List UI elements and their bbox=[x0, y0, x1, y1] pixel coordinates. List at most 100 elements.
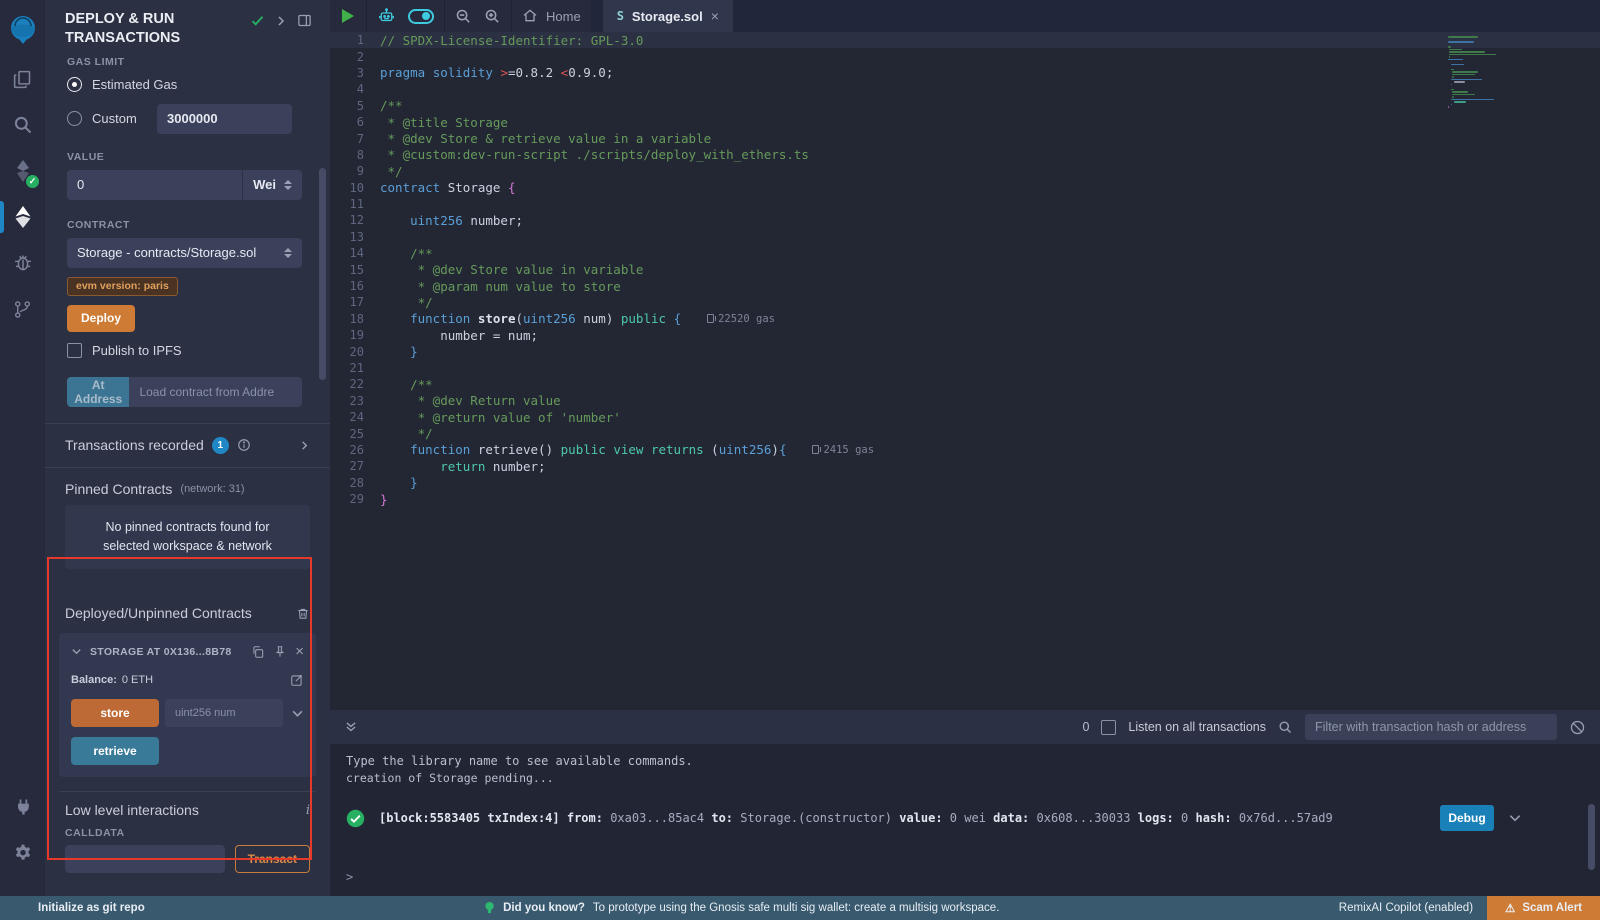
pinned-empty-message: No pinned contracts found for selected w… bbox=[65, 505, 310, 570]
debugger-icon[interactable] bbox=[0, 246, 45, 280]
code-editor[interactable]: 1// SPDX-License-Identifier: GPL-3.023pr… bbox=[330, 32, 1600, 710]
remix-logo-icon[interactable] bbox=[0, 8, 45, 52]
estimated-gas-radio[interactable] bbox=[67, 77, 82, 92]
store-arg-input[interactable] bbox=[165, 699, 283, 727]
collapse-terminal-icon[interactable] bbox=[344, 720, 358, 734]
low-level-info-icon[interactable]: i bbox=[306, 803, 310, 818]
copilot-toggle[interactable] bbox=[408, 9, 434, 24]
transactions-recorded-row[interactable]: Transactions recorded 1 bbox=[45, 424, 330, 467]
code-line: 21 bbox=[330, 360, 1600, 376]
run-script-play-icon[interactable] bbox=[342, 9, 354, 23]
contract-select[interactable]: Storage - contracts/Storage.sol bbox=[67, 238, 302, 268]
transaction-log-row[interactable]: [block:5583405 txIndex:4] from: 0xa03...… bbox=[346, 805, 1600, 831]
terminal-body[interactable]: Type the library name to see available c… bbox=[330, 744, 1600, 896]
scam-alert-button[interactable]: ⚠ Scam Alert bbox=[1487, 896, 1600, 920]
remixai-robot-icon[interactable] bbox=[377, 7, 396, 25]
clear-console-ban-icon[interactable] bbox=[1569, 719, 1586, 736]
pin-panel-icon[interactable] bbox=[297, 13, 312, 28]
solidity-compiler-icon[interactable]: ✓ bbox=[0, 154, 45, 188]
copy-address-icon[interactable] bbox=[251, 645, 265, 659]
contract-select-value: Storage - contracts/Storage.sol bbox=[77, 245, 256, 260]
transact-button[interactable]: Transact bbox=[235, 845, 310, 873]
transactions-expand-icon[interactable] bbox=[299, 440, 310, 451]
line-number: 14 bbox=[330, 246, 380, 260]
git-icon[interactable] bbox=[0, 292, 45, 326]
contract-collapse-icon[interactable] bbox=[71, 646, 82, 657]
calldata-label: CALLDATA bbox=[65, 827, 310, 839]
deploy-button[interactable]: Deploy bbox=[67, 305, 135, 332]
deploy-and-run-icon[interactable] bbox=[0, 200, 45, 234]
zoom-in-icon[interactable] bbox=[484, 8, 501, 25]
retrieve-function-button[interactable]: retrieve bbox=[71, 737, 159, 765]
side-panel-scrollbar[interactable] bbox=[319, 168, 326, 380]
gas-estimate-annotation: 22520 gas bbox=[707, 313, 775, 325]
warning-icon: ⚠ bbox=[1505, 901, 1515, 915]
code-line: 1// SPDX-License-Identifier: GPL-3.0 bbox=[330, 32, 1600, 48]
compile-success-badge: ✓ bbox=[26, 175, 39, 188]
search-icon[interactable] bbox=[0, 108, 45, 142]
code-line: 27 return number; bbox=[330, 458, 1600, 474]
at-address-button[interactable]: At Address bbox=[67, 377, 129, 407]
value-unit-select[interactable]: Wei bbox=[242, 170, 302, 200]
plugin-manager-icon[interactable] bbox=[0, 790, 45, 824]
line-number: 29 bbox=[330, 492, 380, 506]
tab-storage-sol[interactable]: S Storage.sol × bbox=[603, 0, 733, 32]
home-tab-label[interactable]: Home bbox=[546, 9, 581, 24]
tx-success-icon bbox=[346, 809, 365, 828]
panel-ok-check-icon bbox=[250, 13, 265, 28]
scam-alert-label: Scam Alert bbox=[1522, 902, 1582, 914]
terminal-scrollbar[interactable] bbox=[1588, 804, 1595, 870]
line-number: 27 bbox=[330, 459, 380, 473]
at-address-input[interactable] bbox=[129, 377, 302, 407]
home-icon[interactable] bbox=[522, 8, 538, 24]
publish-ipfs-checkbox[interactable] bbox=[67, 343, 82, 358]
value-input[interactable] bbox=[67, 177, 242, 192]
git-init-button[interactable]: Initialize as git repo bbox=[38, 902, 145, 914]
panel-forward-icon[interactable] bbox=[275, 15, 287, 27]
line-number: 6 bbox=[330, 115, 380, 129]
editor-minimap[interactable] bbox=[1448, 36, 1522, 109]
code-line: 28 } bbox=[330, 475, 1600, 491]
code-line: 6 * @title Storage bbox=[330, 114, 1600, 130]
calldata-input[interactable] bbox=[65, 845, 225, 873]
code-line: 2 bbox=[330, 48, 1600, 64]
fuel-pump-icon bbox=[812, 445, 819, 454]
remove-contract-icon[interactable]: × bbox=[295, 643, 304, 660]
clear-deployed-trash-icon[interactable] bbox=[296, 606, 310, 621]
line-number: 9 bbox=[330, 164, 380, 178]
copilot-status[interactable]: RemixAI Copilot (enabled) bbox=[1339, 902, 1473, 914]
edit-balance-icon[interactable] bbox=[290, 673, 304, 687]
debug-button[interactable]: Debug bbox=[1440, 805, 1494, 831]
file-explorer-icon[interactable] bbox=[0, 62, 45, 96]
expand-args-icon[interactable] bbox=[291, 707, 304, 720]
settings-gear-icon[interactable] bbox=[0, 836, 45, 870]
store-function-button[interactable]: store bbox=[71, 699, 159, 727]
terminal-search-icon[interactable] bbox=[1278, 720, 1293, 735]
code-line: 7 * @dev Store & retrieve value in a var… bbox=[330, 130, 1600, 146]
listen-all-checkbox[interactable] bbox=[1101, 720, 1116, 735]
code-line: 5/** bbox=[330, 98, 1600, 114]
gas-limit-label: GAS LIMIT bbox=[67, 56, 302, 68]
value-control: Wei bbox=[67, 170, 302, 200]
value-label: VALUE bbox=[67, 151, 302, 163]
code-line: 4 bbox=[330, 81, 1600, 97]
line-number: 26 bbox=[330, 443, 380, 457]
expand-tx-icon[interactable] bbox=[1508, 811, 1522, 825]
line-number: 1 bbox=[330, 33, 380, 47]
close-tab-icon[interactable]: × bbox=[711, 8, 719, 24]
balance-label: Balance: bbox=[71, 674, 117, 686]
pin-contract-icon[interactable] bbox=[273, 645, 287, 659]
estimated-gas-label: Estimated Gas bbox=[92, 77, 177, 92]
terminal-filter-input[interactable] bbox=[1305, 714, 1557, 740]
line-number: 23 bbox=[330, 394, 380, 408]
pinned-network-label: (network: 31) bbox=[180, 483, 244, 495]
editor-toolbar: Home S Storage.sol × bbox=[330, 0, 1600, 32]
line-number: 25 bbox=[330, 427, 380, 441]
transactions-recorded-label: Transactions recorded bbox=[65, 437, 204, 453]
terminal: 0 Listen on all transactions Type the li… bbox=[330, 710, 1600, 896]
zoom-out-icon[interactable] bbox=[455, 8, 472, 25]
custom-gas-radio[interactable] bbox=[67, 111, 82, 126]
custom-gas-input[interactable] bbox=[157, 104, 292, 134]
evm-version-badge: evm version: paris bbox=[67, 277, 178, 296]
transactions-info-icon[interactable] bbox=[237, 438, 251, 452]
